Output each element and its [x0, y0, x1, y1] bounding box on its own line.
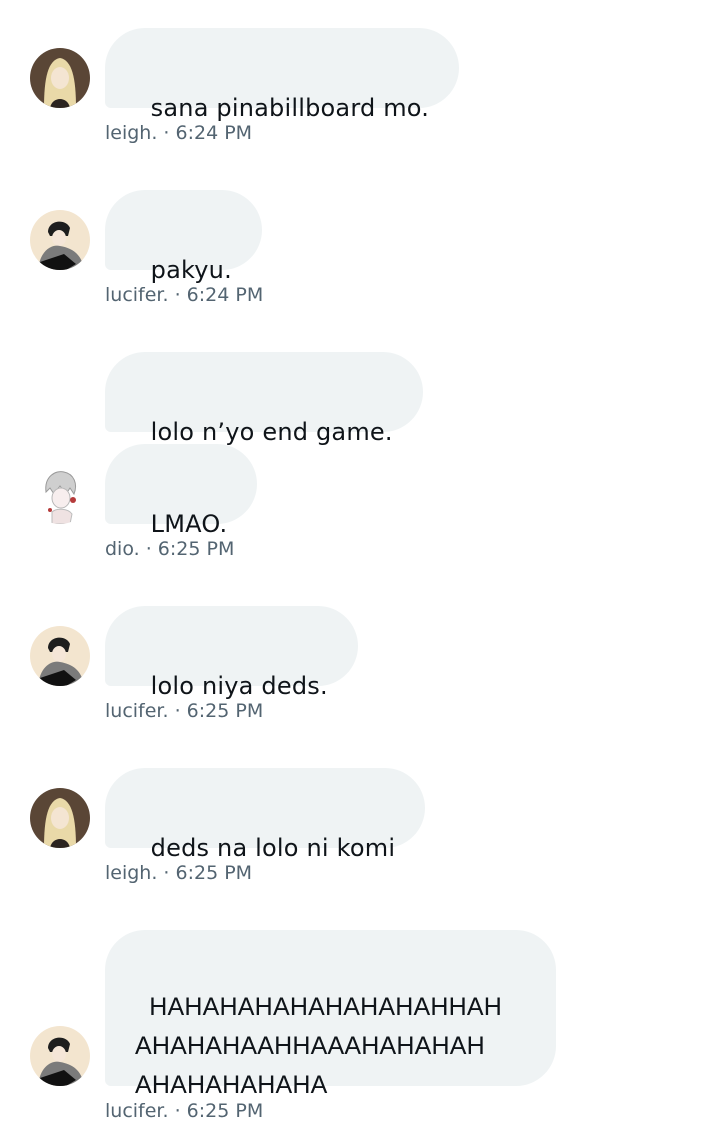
message-bubble[interactable]: lolo n’yo end game.	[105, 352, 423, 446]
message-meta: lucifer. · 6:24 PM	[105, 284, 264, 306]
leigh-avatar[interactable]	[30, 788, 90, 848]
message-bubble[interactable]: HAHAHAHAHAHAHAHAHHAH AHAHAHAAHHAAAHAHAHA…	[105, 930, 556, 1099]
message-bubble[interactable]: pakyu.	[105, 190, 262, 284]
message-bubble[interactable]: LMAO.	[105, 444, 258, 538]
lucifer-avatar[interactable]	[30, 1026, 90, 1086]
lucifer-avatar[interactable]	[30, 626, 90, 686]
message-bubble[interactable]: sana pinabillboard mo.	[105, 28, 460, 122]
lucifer-avatar[interactable]	[30, 210, 90, 270]
message-text: lolo n’yo end game.	[150, 418, 393, 446]
message-text: lolo niya deds.	[150, 672, 328, 700]
message-meta: lucifer. · 6:25 PM	[105, 700, 264, 722]
message-text: deds na lolo ni komi	[150, 834, 396, 862]
message-text: HAHAHAHAHAHAHAHAHHAH AHAHAHAAHHAAAHAHAHA…	[135, 993, 502, 1099]
message-meta: leigh. · 6:25 PM	[105, 862, 253, 884]
dio-avatar[interactable]	[30, 464, 90, 524]
message-text: pakyu.	[150, 256, 232, 284]
message-bubble[interactable]: lolo niya deds.	[105, 606, 358, 700]
leigh-avatar[interactable]	[30, 48, 90, 108]
message-bubble[interactable]: deds na lolo ni komi	[105, 768, 426, 862]
message-meta: leigh. · 6:24 PM	[105, 122, 253, 144]
message-text: sana pinabillboard mo.	[150, 94, 430, 122]
message-meta: dio. · 6:25 PM	[105, 538, 235, 560]
message-text: LMAO.	[150, 510, 228, 538]
message-meta: lucifer. · 6:25 PM	[105, 1100, 264, 1122]
